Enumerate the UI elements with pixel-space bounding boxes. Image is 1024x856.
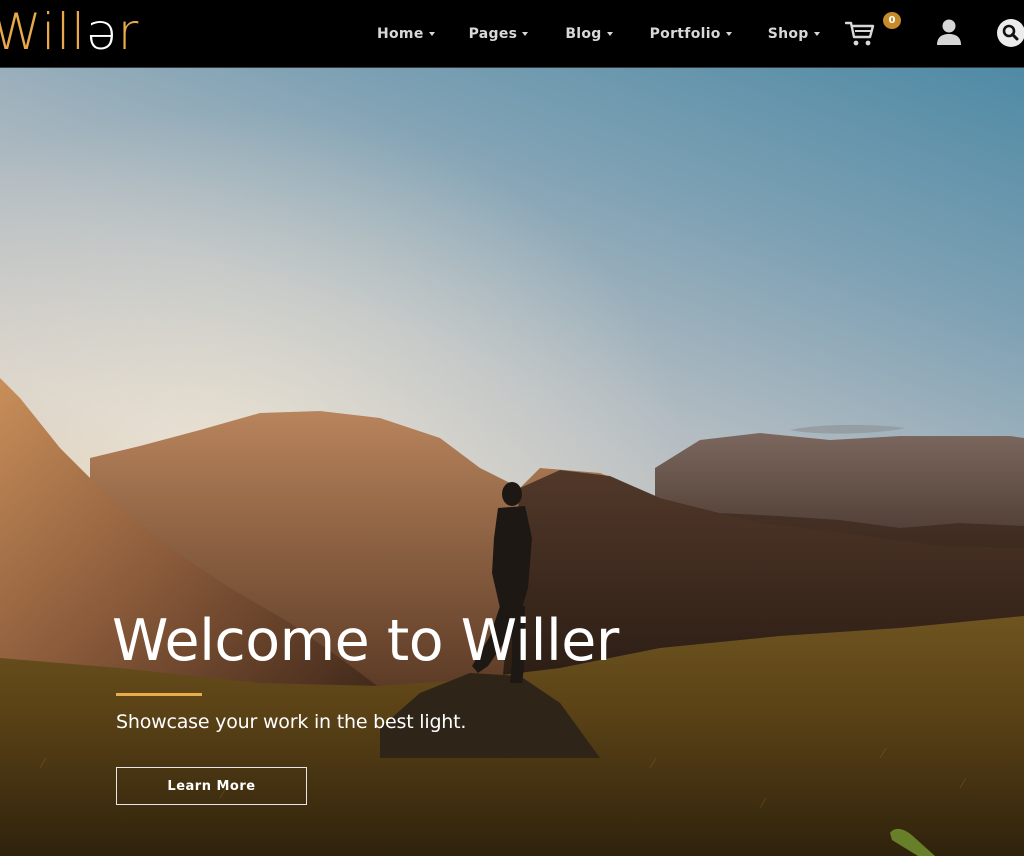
cart-count-badge: 0 [883, 12, 901, 29]
caret-down-icon [813, 32, 820, 36]
caret-down-icon [725, 32, 732, 36]
account-button[interactable] [936, 18, 962, 46]
nav-item-home[interactable]: Home [377, 26, 435, 42]
site-header: Willər Home Pages Blog Portfolio Shop 0 [0, 0, 1024, 67]
caret-down-icon [522, 32, 529, 36]
caret-down-icon [606, 32, 613, 36]
nav-label: Home [377, 25, 424, 42]
learn-more-label: Learn More [167, 778, 256, 794]
search-button[interactable] [997, 19, 1024, 47]
header-divider [0, 67, 1024, 68]
search-icon [1002, 24, 1019, 41]
hero-subtitle: Showcase your work in the best light. [116, 711, 467, 733]
nav-item-blog[interactable]: Blog [565, 25, 613, 42]
cart-icon [844, 21, 875, 46]
main-nav: Home Pages Blog Portfolio Shop [377, 0, 820, 67]
nav-label: Blog [565, 25, 602, 42]
cart-button[interactable] [844, 21, 875, 47]
hero-accent-rule [116, 693, 202, 696]
learn-more-button[interactable]: Learn More [116, 767, 307, 805]
nav-item-shop[interactable]: Shop [768, 26, 820, 42]
nav-label: Portfolio [649, 25, 721, 42]
logo-text-end: r [117, 3, 140, 61]
hero-title: Welcome to Willer [112, 608, 619, 674]
caret-down-icon [428, 32, 435, 36]
user-icon [937, 19, 961, 45]
hero-section: Welcome to Willer Showcase your work in … [0, 68, 1024, 856]
hero-background-image [0, 68, 1024, 856]
logo-text: Will [0, 3, 87, 61]
logo-accent-letter: ə [86, 3, 118, 61]
nav-label: Pages [468, 25, 518, 42]
nav-item-portfolio[interactable]: Portfolio [650, 26, 732, 42]
nav-label: Shop [767, 25, 809, 42]
brand-logo[interactable]: Willər [0, 4, 139, 60]
nav-item-pages[interactable]: Pages [469, 26, 529, 42]
